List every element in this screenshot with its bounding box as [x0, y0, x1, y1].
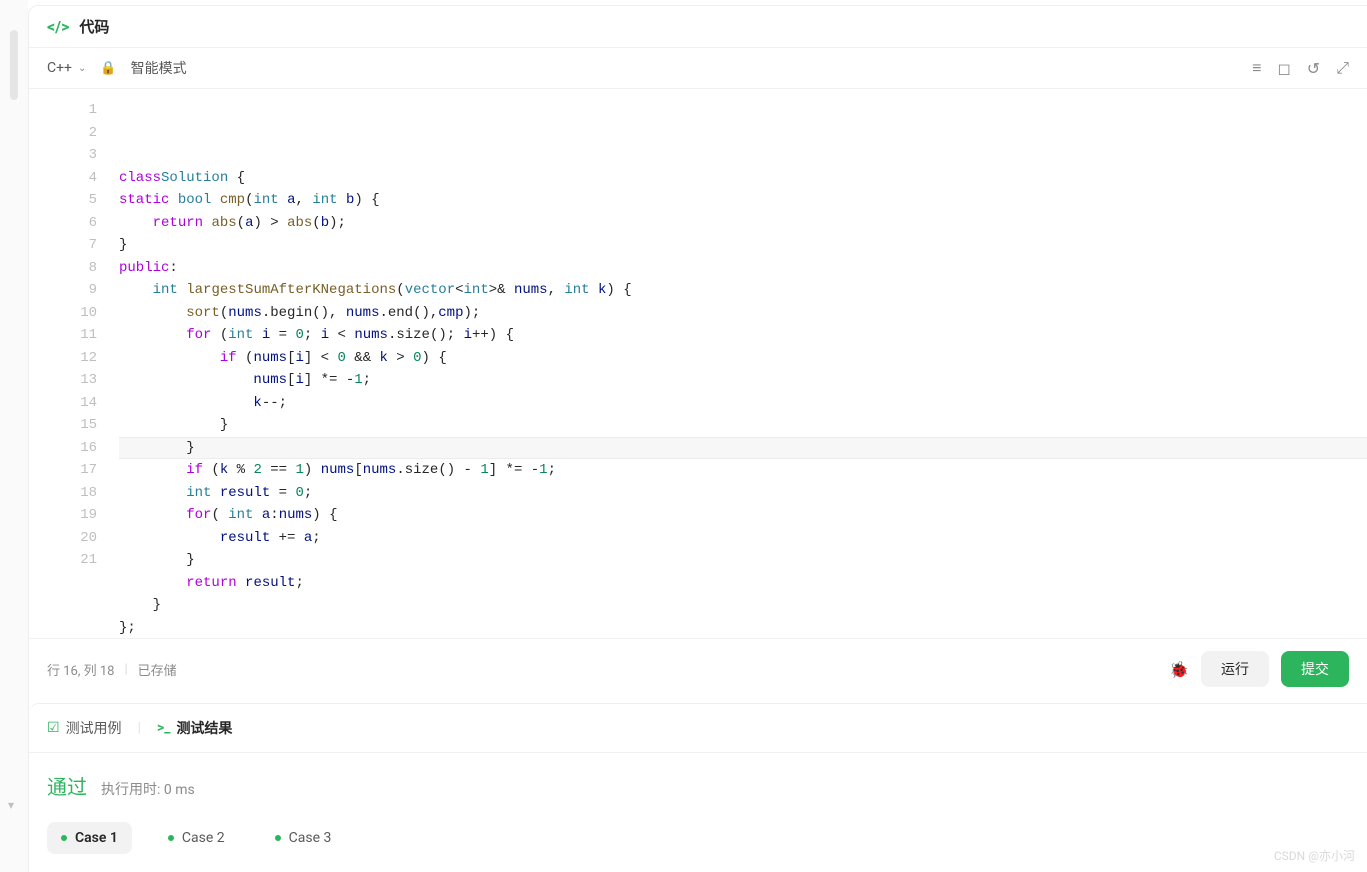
line-number: 20 — [29, 527, 97, 550]
line-number: 4 — [29, 167, 97, 190]
run-button[interactable]: 运行 — [1201, 651, 1269, 687]
pass-status: 通过 — [47, 771, 87, 800]
separator: | — [124, 662, 127, 677]
code-line[interactable]: } — [119, 234, 1367, 257]
code-line[interactable]: classSolution { — [119, 167, 1367, 190]
tab-testcases-label: 测试用例 — [66, 718, 122, 738]
line-number: 7 — [29, 234, 97, 257]
line-number: 10 — [29, 302, 97, 325]
lock-icon: 🔒 — [100, 61, 116, 76]
code-editor[interactable]: 123456789101112131415161718192021 classS… — [29, 89, 1367, 638]
reset-icon[interactable]: ↺ — [1307, 59, 1320, 78]
results-tabs: ☑ 测试用例 | >_ 测试结果 — [29, 704, 1367, 753]
code-line[interactable]: }; — [119, 617, 1367, 639]
line-number: 2 — [29, 122, 97, 145]
case-tab[interactable]: Case 3 — [261, 822, 346, 854]
line-number: 8 — [29, 257, 97, 280]
results-panel: ☑ 测试用例 | >_ 测试结果 通过 执行用时: 0 ms Case 1Cas… — [29, 703, 1367, 872]
code-line[interactable]: result += a; — [119, 527, 1367, 550]
tab-results-label: 测试结果 — [176, 718, 232, 738]
line-number: 3 — [29, 144, 97, 167]
code-line[interactable]: } — [119, 437, 1367, 460]
line-number: 9 — [29, 279, 97, 302]
line-number: 18 — [29, 482, 97, 505]
code-line[interactable]: sort(nums.begin(), nums.end(),cmp); — [119, 302, 1367, 325]
line-number: 21 — [29, 549, 97, 572]
status-dot — [61, 835, 67, 841]
case-tab[interactable]: Case 1 — [47, 822, 132, 854]
cursor-position: 行 16, 列 18 — [47, 660, 114, 679]
sidebar-scroll: ▾ — [0, 0, 28, 872]
check-icon: ☑ — [47, 720, 60, 736]
expand-icon[interactable]: ⤢ — [1336, 58, 1349, 78]
status-dot — [168, 835, 174, 841]
code-line[interactable]: static bool cmp(int a, int b) { — [119, 189, 1367, 212]
terminal-icon: >_ — [157, 720, 170, 736]
case-label: Case 3 — [289, 830, 332, 846]
editor-toolbar: C++ ⌄ 🔒 智能模式 ≡ ◻ ↺ ⤢ — [29, 48, 1367, 89]
code-area[interactable]: classSolution {static bool cmp(int a, in… — [119, 89, 1367, 638]
line-number: 6 — [29, 212, 97, 235]
code-line[interactable]: if (nums[i] < 0 && k > 0) { — [119, 347, 1367, 370]
line-number: 11 — [29, 324, 97, 347]
line-number: 19 — [29, 504, 97, 527]
mode-label: 智能模式 — [131, 58, 187, 78]
save-status: 已存储 — [138, 660, 177, 679]
code-line[interactable]: return abs(a) > abs(b); — [119, 212, 1367, 235]
code-line[interactable]: public: — [119, 257, 1367, 280]
panel-header: </> 代码 — [29, 6, 1367, 48]
code-line[interactable]: if (k % 2 == 1) nums[nums.size() - 1] *=… — [119, 459, 1367, 482]
tab-results[interactable]: >_ 测试结果 — [157, 718, 232, 738]
submit-button[interactable]: 提交 — [1281, 651, 1349, 687]
language-selector[interactable]: C++ ⌄ — [47, 60, 86, 76]
bug-icon[interactable]: 🐞 — [1169, 660, 1189, 679]
line-number: 15 — [29, 414, 97, 437]
case-list: Case 1 Case 2 Case 3 — [47, 822, 1349, 854]
code-line[interactable]: nums[i] *= -1; — [119, 369, 1367, 392]
line-number: 16 — [29, 437, 97, 460]
lines-icon[interactable]: ≡ — [1252, 58, 1261, 78]
line-number: 5 — [29, 189, 97, 212]
case-tab[interactable]: Case 2 — [154, 822, 239, 854]
line-number: 13 — [29, 369, 97, 392]
separator: | — [138, 720, 141, 736]
status-bar: 行 16, 列 18 | 已存储 🐞 运行 提交 — [29, 638, 1367, 699]
line-number: 14 — [29, 392, 97, 415]
panel-title: 代码 — [79, 16, 109, 37]
line-number: 12 — [29, 347, 97, 370]
code-line[interactable]: } — [119, 549, 1367, 572]
case-label: Case 2 — [182, 830, 225, 846]
chevron-down-icon: ⌄ — [78, 63, 86, 74]
code-icon: </> — [47, 17, 69, 36]
code-line[interactable]: int result = 0; — [119, 482, 1367, 505]
scrollbar-thumb[interactable] — [10, 30, 18, 100]
line-number: 17 — [29, 459, 97, 482]
code-line[interactable]: int largestSumAfterKNegations(vector<int… — [119, 279, 1367, 302]
code-line[interactable]: return result; — [119, 572, 1367, 595]
code-line[interactable]: for (int i = 0; i < nums.size(); i++) { — [119, 324, 1367, 347]
status-dot — [275, 835, 281, 841]
code-line[interactable]: k--; — [119, 392, 1367, 415]
case-label: Case 1 — [75, 830, 118, 846]
code-line[interactable]: for( int a:nums) { — [119, 504, 1367, 527]
line-gutter: 123456789101112131415161718192021 — [29, 89, 119, 638]
runtime-text: 执行用时: 0 ms — [101, 779, 195, 799]
line-number: 1 — [29, 99, 97, 122]
watermark: CSDN @亦小河 — [1274, 847, 1355, 864]
language-label: C++ — [47, 60, 72, 76]
tab-testcases[interactable]: ☑ 测试用例 — [47, 718, 122, 738]
code-line[interactable]: } — [119, 414, 1367, 437]
bookmark-icon[interactable]: ◻ — [1278, 59, 1291, 78]
collapse-handle[interactable]: ▾ — [8, 798, 14, 812]
code-line[interactable]: } — [119, 594, 1367, 617]
